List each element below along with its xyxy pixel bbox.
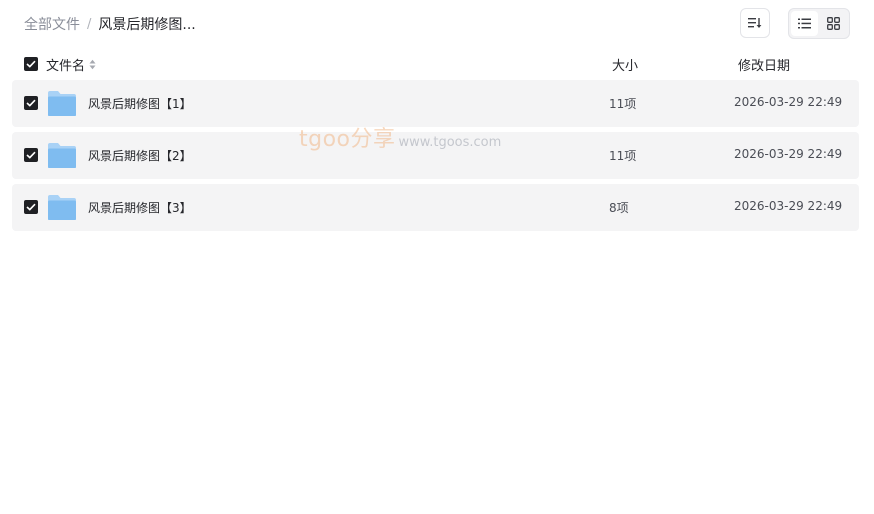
table-row[interactable]: 风景后期修图【3】 8项 2026-03-29 22:49 [12,184,859,231]
sort-icon [748,18,762,28]
column-name-label: 文件名 [46,59,86,74]
modified-date: 2026-03-29 22:49 [734,147,843,161]
folder-icon [48,91,76,116]
breadcrumb-separator: / [87,16,92,32]
modified-date: 2026-03-29 22:49 [734,95,843,109]
item-count: 11项 [609,149,637,163]
list-view-button[interactable] [791,11,818,36]
breadcrumb: 全部文件 / 风景后期修图... [24,14,196,34]
file-name[interactable]: 风景后期修图【2】 [88,147,192,164]
select-all-checkbox[interactable] [24,57,38,71]
checkmark-icon [26,151,36,159]
folder-icon [48,195,76,220]
breadcrumb-root-link[interactable]: 全部文件 [24,14,80,34]
file-name[interactable]: 风景后期修图【3】 [88,199,192,216]
checkmark-icon [26,203,36,211]
column-size-header[interactable]: 大小 [612,55,638,74]
row-checkbox[interactable] [24,96,38,110]
grid-view-icon [827,17,840,30]
sort-button[interactable] [740,8,770,38]
table-row[interactable]: 风景后期修图【2】 11项 2026-03-29 22:49 [12,132,859,179]
grid-view-button[interactable] [820,11,847,36]
item-count: 8项 [609,201,629,215]
folder-icon [48,143,76,168]
checkmark-icon [26,99,36,107]
checkmark-icon [26,60,36,68]
breadcrumb-current: 风景后期修图... [98,17,196,33]
view-toggle [788,8,850,39]
modified-date: 2026-03-29 22:49 [734,199,843,213]
file-name[interactable]: 风景后期修图【1】 [88,95,192,112]
file-list-header: 文件名 大小 修改日期 [12,50,859,78]
row-checkbox[interactable] [24,148,38,162]
table-row[interactable]: 风景后期修图【1】 11项 2026-03-29 22:49 [12,80,859,127]
column-date-header[interactable]: 修改日期 [738,55,790,74]
item-count: 11项 [609,97,637,111]
row-checkbox[interactable] [24,200,38,214]
list-view-icon [798,18,811,29]
sort-arrows-icon [89,59,96,70]
column-name-header[interactable]: 文件名 [46,55,96,74]
